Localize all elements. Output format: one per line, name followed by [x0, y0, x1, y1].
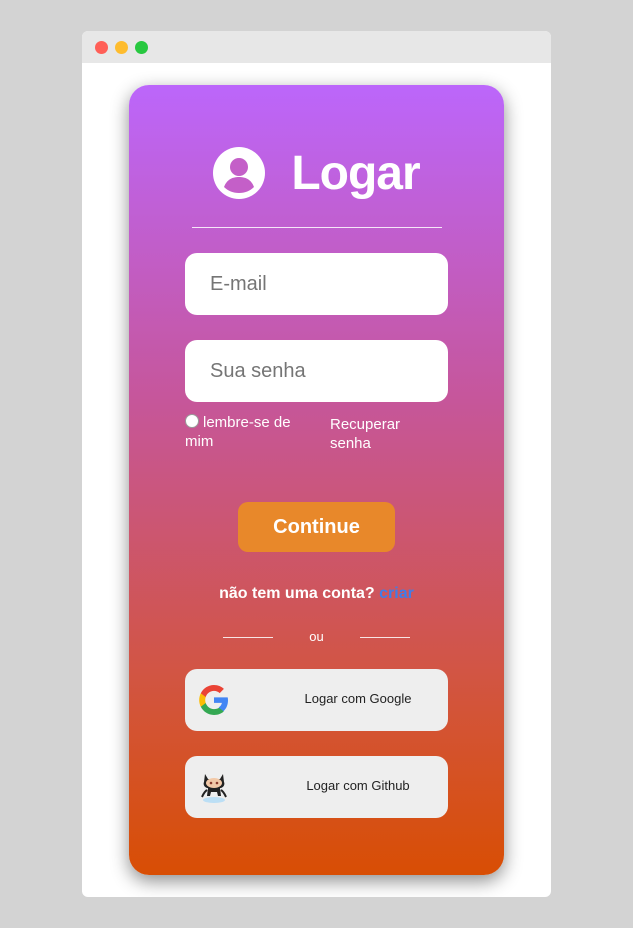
browser-window: Logar lembre-se de mim Recuperar senha C… [82, 31, 551, 897]
or-separator: ou [129, 629, 504, 645]
signup-text: não tem uma conta? [219, 585, 375, 602]
title-divider [192, 227, 442, 228]
minimize-window-button[interactable] [115, 41, 128, 54]
page-title: Logar [291, 146, 420, 200]
google-login-button[interactable]: Logar com Google [185, 669, 448, 731]
remember-me-label: lembre-se de mim [185, 414, 291, 450]
google-icon [199, 685, 228, 715]
email-input[interactable] [185, 253, 448, 315]
maximize-window-button[interactable] [135, 41, 148, 54]
remember-me[interactable]: lembre-se de mim [185, 413, 310, 451]
or-text: ou [309, 629, 324, 644]
signup-link[interactable]: criar [379, 585, 414, 602]
login-card: Logar lembre-se de mim Recuperar senha C… [129, 85, 504, 875]
close-window-button[interactable] [95, 41, 108, 54]
password-input[interactable] [185, 340, 448, 402]
github-login-button[interactable]: Logar com Github [185, 756, 448, 818]
continue-button[interactable]: Continue [238, 502, 395, 552]
or-line-right [360, 637, 410, 638]
signup-prompt: não tem uma conta? criar [129, 585, 504, 603]
remember-me-radio[interactable] [185, 414, 199, 428]
google-login-label: Logar com Google [304, 691, 412, 706]
user-circle-icon [213, 147, 266, 199]
login-header: Logar [129, 143, 504, 203]
recover-password-link[interactable]: Recuperar senha [330, 415, 420, 453]
github-login-label: Logar com Github [306, 778, 410, 793]
github-octocat-icon [201, 774, 227, 803]
window-titlebar [82, 31, 551, 63]
